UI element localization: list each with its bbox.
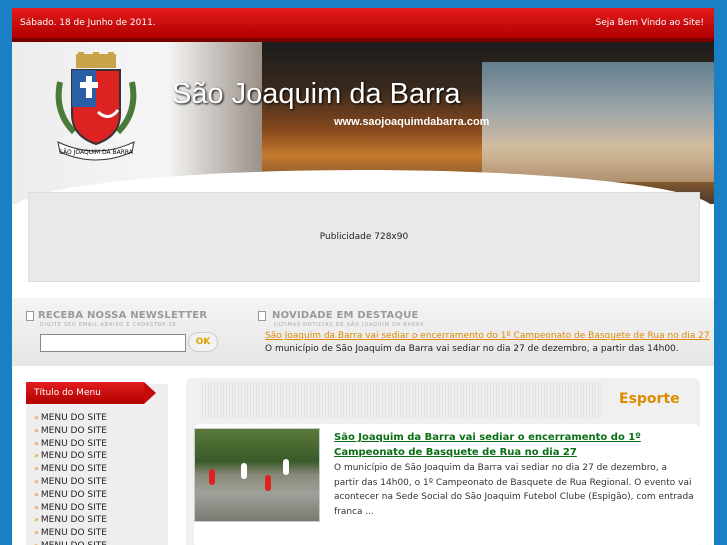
menu-item[interactable]: MENU DO SITE bbox=[34, 514, 107, 527]
menu-item[interactable]: MENU DO SITE bbox=[34, 502, 107, 515]
crest-year-left: 1898 bbox=[64, 135, 79, 142]
banner-city-photo bbox=[482, 62, 714, 182]
player-figure bbox=[283, 459, 289, 475]
menu-item[interactable]: MENU DO SITE bbox=[34, 438, 107, 451]
destaque-title: NOVIDADE EM DESTAQUE bbox=[272, 310, 419, 321]
site-title: São Joaquim da Barra bbox=[172, 78, 461, 110]
destaque-text: O município de São Joaquim da Barra vai … bbox=[265, 344, 679, 354]
newsletter-subtitle: DIGITE SEU EMAIL ABAIXO E CADASTRE-SE bbox=[40, 322, 177, 328]
menu-item[interactable]: MENU DO SITE bbox=[34, 450, 107, 463]
menu-item[interactable]: MENU DO SITE bbox=[34, 425, 107, 438]
category-header bbox=[202, 382, 602, 418]
player-figure bbox=[209, 469, 215, 485]
menu-item[interactable]: MENU DO SITE bbox=[34, 527, 107, 540]
document-icon bbox=[258, 311, 266, 321]
crest-ribbon: SÃO JOAQUIM DA BARRA bbox=[59, 149, 134, 156]
menu-item[interactable]: MENU DO SITE bbox=[34, 476, 107, 489]
menu-item[interactable]: MENU DO SITE bbox=[34, 412, 107, 425]
article-title-link[interactable]: São Joaquim da Barra vai sediar o encerr… bbox=[334, 430, 704, 460]
document-icon bbox=[26, 311, 34, 321]
ad-placeholder[interactable]: Publicidade 728x90 bbox=[28, 192, 700, 282]
crest-year-right: 1917 bbox=[114, 135, 129, 142]
menu-item[interactable]: MENU DO SITE bbox=[34, 463, 107, 476]
player-figure bbox=[241, 463, 247, 479]
top-bar: Sábado. 18 de Junho de 2011. Seja Bem Vi… bbox=[12, 8, 714, 38]
menu-title: Título do Menu bbox=[26, 382, 156, 404]
destaque-link[interactable]: São Joaquim da Barra vai sediar o encerr… bbox=[265, 331, 710, 341]
article-thumbnail[interactable] bbox=[194, 428, 320, 522]
welcome-text: Seja Bem Vindo ao Site! bbox=[595, 18, 704, 28]
email-input[interactable] bbox=[40, 334, 186, 352]
player-figure bbox=[265, 475, 271, 491]
date-text: Sábado. 18 de Junho de 2011. bbox=[20, 18, 156, 28]
category-title: Esporte bbox=[619, 391, 680, 407]
destaque-subtitle: ULTIMAS NOTICIAS DE SÃO JOAQUIM DA BARRA bbox=[274, 322, 425, 328]
header-banner: SÃO JOAQUIM DA BARRA 1898 1917 São Joaqu… bbox=[12, 42, 714, 204]
menu-item[interactable]: MENU DO SITE bbox=[34, 540, 107, 545]
site-url: www.saojoaquimdabarra.com bbox=[334, 116, 490, 128]
article-body: O município de São Joaquim da Barra vai … bbox=[334, 463, 694, 517]
newsletter-title: RECEBA NOSSA NEWSLETTER bbox=[38, 310, 208, 321]
city-crest-icon: SÃO JOAQUIM DA BARRA 1898 1917 bbox=[55, 52, 137, 161]
ok-button[interactable]: OK bbox=[188, 332, 218, 352]
menu-list: MENU DO SITEMENU DO SITEMENU DO SITEMENU… bbox=[34, 412, 107, 545]
menu-item[interactable]: MENU DO SITE bbox=[34, 489, 107, 502]
